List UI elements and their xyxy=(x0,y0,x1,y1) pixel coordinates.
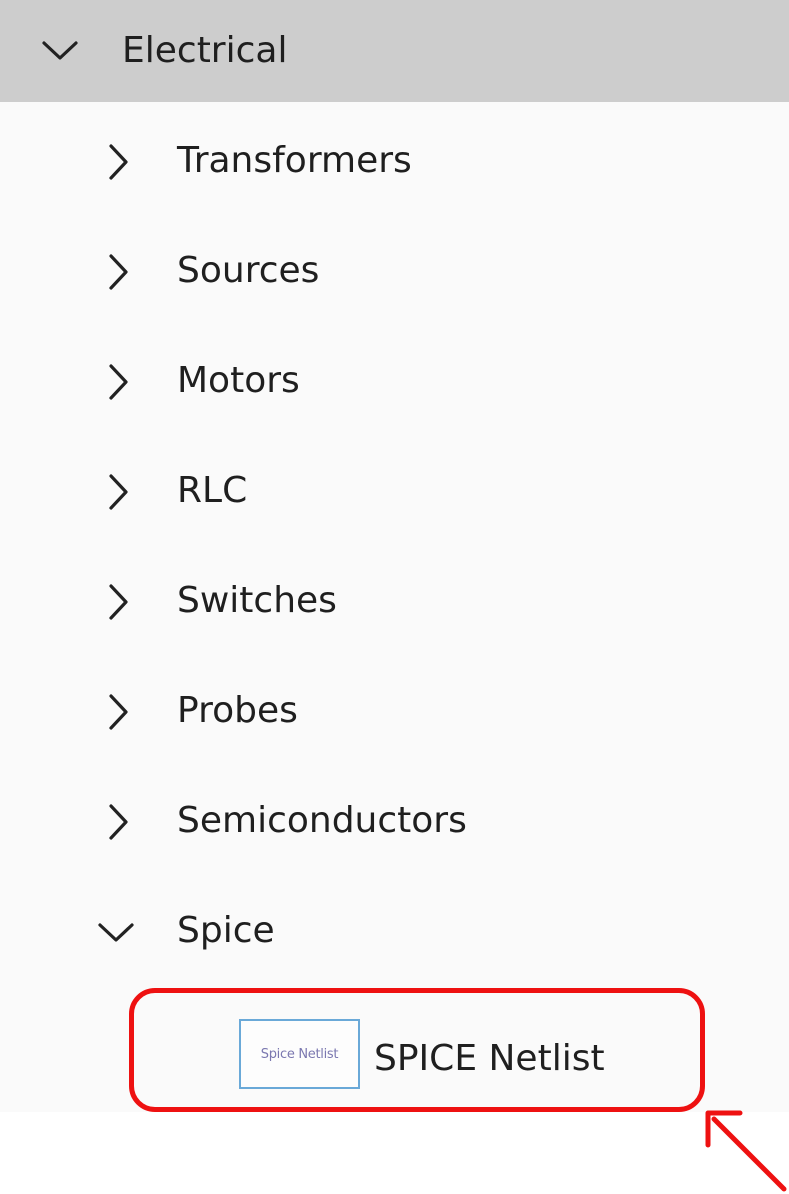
tree-item-label: Switches xyxy=(177,580,337,621)
tree-item-label: Spice xyxy=(177,910,275,951)
chevron-right-icon[interactable] xyxy=(98,252,138,292)
library-tree-panel: Electrical Transformers Sources Motors R… xyxy=(0,0,789,1112)
chevron-right-icon[interactable] xyxy=(98,362,138,402)
chevron-right-icon[interactable] xyxy=(98,142,138,182)
chevron-right-icon[interactable] xyxy=(98,472,138,512)
chevron-down-icon[interactable] xyxy=(40,31,80,71)
tree-item-label: Motors xyxy=(177,360,300,401)
tree-item-label: Probes xyxy=(177,690,298,731)
highlight-box xyxy=(129,988,705,1112)
tree-item-label: Semiconductors xyxy=(177,800,467,841)
tree-item-label: Sources xyxy=(177,250,320,291)
tree-item-label: Transformers xyxy=(177,140,412,181)
chevron-right-icon[interactable] xyxy=(98,692,138,732)
tree-item-label: RLC xyxy=(177,470,248,511)
tree-category-label: Electrical xyxy=(122,30,288,71)
chevron-right-icon[interactable] xyxy=(98,802,138,842)
arrow-icon xyxy=(705,1110,787,1192)
chevron-down-icon[interactable] xyxy=(96,913,136,953)
chevron-right-icon[interactable] xyxy=(98,582,138,622)
tree-category-electrical[interactable]: Electrical xyxy=(0,0,789,102)
